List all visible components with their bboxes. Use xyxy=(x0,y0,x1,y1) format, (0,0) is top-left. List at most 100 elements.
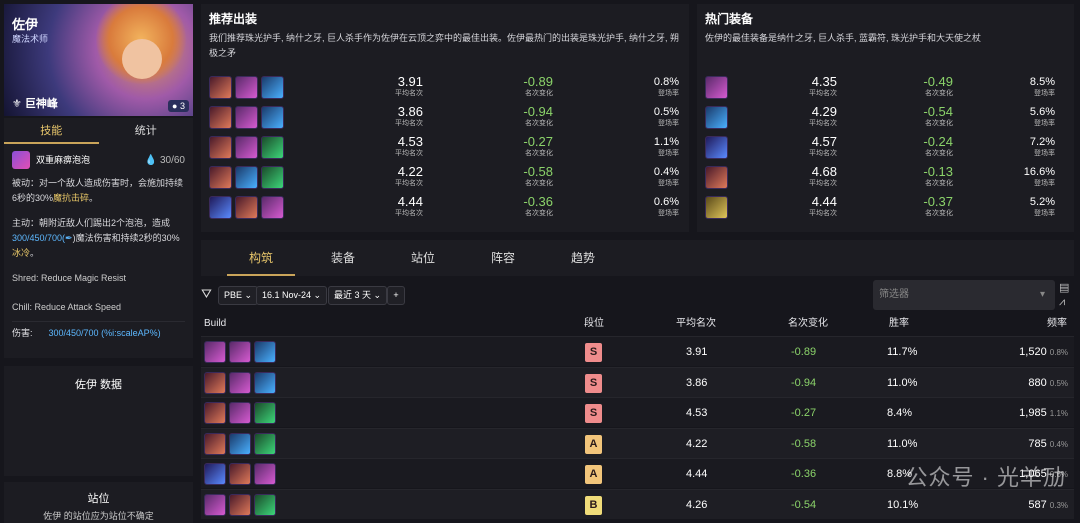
hot-item-row[interactable]: 4.68 平均名次 -0.13 名次变化 16.6% 登场率 xyxy=(697,164,1074,192)
item-icon[interactable] xyxy=(705,166,728,189)
table-row[interactable]: S 4.53 -0.27 8.4% 1,985 1.1% xyxy=(201,397,1074,427)
recommended-row[interactable]: 3.91 平均名次 -0.89 名次变化 0.8% 登场率 xyxy=(201,74,689,102)
item-icon[interactable] xyxy=(261,166,284,189)
avg-value: 4.22 xyxy=(397,164,423,179)
tab-builds[interactable]: 构筑 xyxy=(227,240,295,276)
rate-label: 登场率 xyxy=(658,150,679,157)
frequency-pct: 0.4% xyxy=(1049,439,1068,449)
active-keyword[interactable]: 冰冷 xyxy=(12,248,30,258)
item-icon[interactable] xyxy=(209,196,232,219)
stat-chg: -0.94 名次变化 xyxy=(491,105,553,128)
table-view-icon[interactable]: ▤ xyxy=(1059,281,1069,294)
item-icon[interactable] xyxy=(254,432,276,455)
hot-item-row[interactable]: 4.29 平均名次 -0.54 名次变化 5.6% 登场率 xyxy=(697,104,1074,132)
rate-value: 0.8% xyxy=(653,76,679,88)
item-icon[interactable] xyxy=(209,136,232,159)
item-icon[interactable] xyxy=(229,371,251,394)
avg-value: 4.44 xyxy=(397,194,423,209)
item-icon[interactable] xyxy=(204,341,226,363)
item-icon[interactable] xyxy=(254,493,276,516)
item-icon[interactable] xyxy=(229,493,251,516)
item-icon[interactable] xyxy=(229,432,251,455)
item-icon[interactable] xyxy=(254,371,276,394)
passive-keyword[interactable]: 魔抗击碎 xyxy=(53,193,89,203)
tier-badge: S xyxy=(585,343,602,362)
tab-skill[interactable]: 技能 xyxy=(4,118,99,144)
recommended-row[interactable]: 3.86 平均名次 -0.94 名次变化 0.5% 登场率 xyxy=(201,104,689,132)
version-select[interactable]: 16.1 Nov-24 ⌄ xyxy=(256,286,328,305)
tab-items[interactable]: 装备 xyxy=(331,240,355,276)
avg-label: 平均名次 xyxy=(395,210,423,217)
item-icon[interactable] xyxy=(261,106,284,129)
item-icon[interactable] xyxy=(229,463,251,485)
item xyxy=(705,76,728,99)
stat-chg: -0.54 名次变化 xyxy=(897,105,953,128)
col-avg[interactable]: 平均名次 xyxy=(676,314,716,334)
avg-label: 平均名次 xyxy=(809,150,837,157)
patch-select[interactable]: PBE ⌄ xyxy=(218,286,259,305)
hot-item-row[interactable]: 4.44 平均名次 -0.37 名次变化 5.2% 登场率 xyxy=(697,194,1074,222)
hot-item-row[interactable]: 4.57 平均名次 -0.24 名次变化 7.2% 登场率 xyxy=(697,134,1074,162)
item-icon[interactable] xyxy=(209,166,232,189)
place-change: -0.27 xyxy=(791,407,817,419)
skill-name: 双重麻痹泡泡 xyxy=(36,154,91,165)
avg-place: 4.44 xyxy=(686,468,708,480)
item-icon[interactable] xyxy=(235,106,258,129)
place-change: -0.58 xyxy=(791,437,817,450)
item-icon[interactable] xyxy=(204,402,226,424)
item-icon[interactable] xyxy=(705,106,728,129)
item-icon[interactable] xyxy=(261,76,284,99)
tab-positioning[interactable]: 站位 xyxy=(411,240,435,276)
filter-bar: ⛛ PBE ⌄ 16.1 Nov-24 ⌄ 最近 3 天 ⌄ + 筛选器 ▾ ▤ … xyxy=(201,280,1074,312)
recommended-row[interactable]: 4.22 平均名次 -0.58 名次变化 0.4% 登场率 xyxy=(201,164,689,192)
item-icon[interactable] xyxy=(254,341,276,363)
item-icon[interactable] xyxy=(235,196,258,219)
item-icon[interactable] xyxy=(254,402,276,424)
chart-view-icon[interactable]: ⩘ xyxy=(1059,296,1065,309)
item-icon[interactable] xyxy=(209,76,232,99)
item-icon[interactable] xyxy=(229,402,251,424)
item-icon[interactable] xyxy=(204,463,226,485)
tab-comps[interactable]: 阵容 xyxy=(491,240,515,276)
hot-item-row[interactable]: 4.35 平均名次 -0.49 名次变化 8.5% 登场率 xyxy=(697,74,1074,102)
item-icon[interactable] xyxy=(261,136,284,159)
frequency-count: 880 xyxy=(1028,376,1047,389)
item-icon[interactable] xyxy=(229,341,251,363)
add-filter-button[interactable]: + xyxy=(387,286,405,305)
recommended-row[interactable]: 4.53 平均名次 -0.27 名次变化 1.1% 登场率 xyxy=(201,134,689,162)
frequency: 587 0.3% xyxy=(1028,490,1068,520)
frequency-pct: 0.8% xyxy=(1049,348,1068,357)
col-tier[interactable]: 段位 xyxy=(584,314,604,334)
item-icon[interactable] xyxy=(705,196,728,219)
col-change[interactable]: 名次变化 xyxy=(788,314,828,334)
item-icon[interactable] xyxy=(235,136,258,159)
item-icon[interactable] xyxy=(209,106,232,129)
table-row[interactable]: S 3.91 -0.89 11.7% 1,520 0.8% xyxy=(201,336,1074,366)
item-icon[interactable] xyxy=(705,76,728,99)
filter-icon[interactable]: ⛛ xyxy=(201,286,212,302)
col-build[interactable]: Build xyxy=(204,314,226,334)
item-icon[interactable] xyxy=(261,196,284,219)
rate-value: 0.6% xyxy=(653,196,679,208)
col-frequency[interactable]: 频率 xyxy=(1047,314,1067,334)
item-icon[interactable] xyxy=(204,371,226,394)
tab-stats[interactable]: 统计 xyxy=(99,118,194,144)
avg-value: 4.44 xyxy=(811,194,837,209)
table-row[interactable]: A 4.22 -0.58 11.0% 785 0.4% xyxy=(201,427,1074,458)
item-icon[interactable] xyxy=(254,463,276,485)
col-winrate[interactable]: 胜率 xyxy=(889,314,909,334)
item-icon[interactable] xyxy=(204,432,226,455)
hot-items-card: 热门装备 佐伊的最佳装备是纳什之牙, 巨人杀手, 蓝霸符, 珠光护手和大天使之杖… xyxy=(697,4,1074,232)
champion-trait[interactable]: ⚜ 巨神峰 xyxy=(12,95,58,111)
recommended-row[interactable]: 4.44 平均名次 -0.36 名次变化 0.6% 登场率 xyxy=(201,194,689,222)
table-row[interactable]: S 3.86 -0.94 11.0% 880 0.5% xyxy=(201,366,1074,397)
stat-rate: 5.2% 登场率 xyxy=(997,195,1055,218)
filter-selector[interactable]: 筛选器 ▾ xyxy=(873,280,1055,310)
period-select[interactable]: 最近 3 天 ⌄ xyxy=(328,286,388,305)
item-icon[interactable] xyxy=(235,166,258,189)
item-icon[interactable] xyxy=(705,136,728,159)
table-row[interactable]: B 4.26 -0.54 10.1% 587 0.3% xyxy=(201,488,1074,520)
item-icon[interactable] xyxy=(235,76,258,99)
tab-trends[interactable]: 趋势 xyxy=(571,240,595,276)
item-icon[interactable] xyxy=(204,493,226,516)
